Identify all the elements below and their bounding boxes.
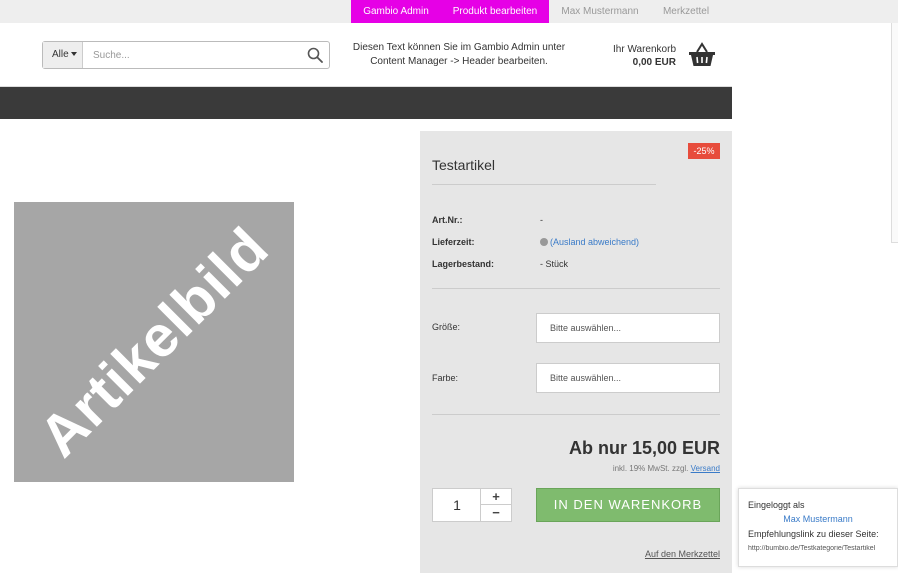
gambio-admin-link[interactable]: Gambio Admin [351,0,441,23]
search-input[interactable] [85,42,300,68]
shipping-link[interactable]: Versand [691,464,720,473]
quantity-minus-button[interactable]: − [480,505,511,521]
product-image[interactable]: Artikelbild [14,202,294,482]
search-bar: Alle [42,41,330,69]
delivery-abroad-link[interactable]: (Ausland abweichend) [550,237,639,247]
logged-in-label: Eingeloggt als [748,500,805,510]
option-label-size: Größe: [432,322,461,332]
specs-divider [432,288,720,289]
product-price: Ab nur 15,00 EUR [568,438,720,458]
color-select[interactable]: Bitte auswählen... [536,363,720,393]
header-info-line-2: Content Manager -> Header bearbeiten. [370,56,548,67]
tax-note-text: inkl. 19% MwSt. zzgl. [612,464,689,473]
spec-label-article-number: Art.Nr.: [432,215,463,225]
quantity-plus-button[interactable]: + [480,489,511,505]
header-info-text: Diesen Text können Sie im Gambio Admin u… [348,41,570,69]
add-to-cart-button[interactable]: IN DEN WARENKORB [536,488,720,522]
tax-note: inkl. 19% MwSt. zzgl. Versand [520,464,720,473]
option-label-color: Farbe: [432,373,459,383]
page-scrollbar[interactable] [891,23,898,243]
product-image-placeholder-text: Artikelbild [26,214,282,470]
delivery-status-icon [540,238,548,246]
login-info-box: Eingeloggt als Max Mustermann Empfehlung… [738,488,898,567]
referral-link-url[interactable]: http://bumbio.de/Testkategorie/Testartik… [748,545,890,552]
spec-value-stock: - Stück [540,259,569,269]
search-icon[interactable] [307,47,323,63]
discount-badge: -25% [688,143,720,159]
basket-icon[interactable] [688,42,716,68]
size-select[interactable]: Bitte auswählen... [536,313,720,343]
caret-down-icon [70,52,77,57]
referral-link-label: Empfehlungslink zu dieser Seite: [748,529,879,539]
cart-amount[interactable]: 0,00 EUR [588,57,676,68]
options-divider [432,414,720,415]
title-underline [432,184,656,185]
spec-value-delivery-time: (Ausland abweichend) [540,237,639,247]
edit-product-link[interactable]: Produkt bearbeiten [441,0,549,23]
spec-label-stock: Lagerbestand: [432,259,495,269]
wishlist-link[interactable]: Merkzettel [652,0,720,23]
logged-in-user-link[interactable]: Max Mustermann [739,514,897,524]
header-info-line-1: Diesen Text können Sie im Gambio Admin u… [352,42,566,53]
user-account-link[interactable]: Max Mustermann [553,0,647,23]
spec-value-article-number: - [540,215,543,225]
main-navbar [0,87,732,119]
quantity-stepper: 1 + − [432,488,512,522]
product-title: Testartikel [432,157,496,173]
spec-label-delivery-time: Lieferzeit: [432,237,475,247]
search-category-dropdown[interactable]: Alle [43,42,83,68]
search-category-label: Alle [52,49,69,60]
top-bar: Gambio Admin Produkt bearbeiten Max Must… [0,0,898,23]
cart-label[interactable]: Ihr Warenkorb [588,44,676,55]
quantity-input[interactable]: 1 [433,489,481,521]
add-to-wishlist-link[interactable]: Auf den Merkzettel [600,549,720,559]
